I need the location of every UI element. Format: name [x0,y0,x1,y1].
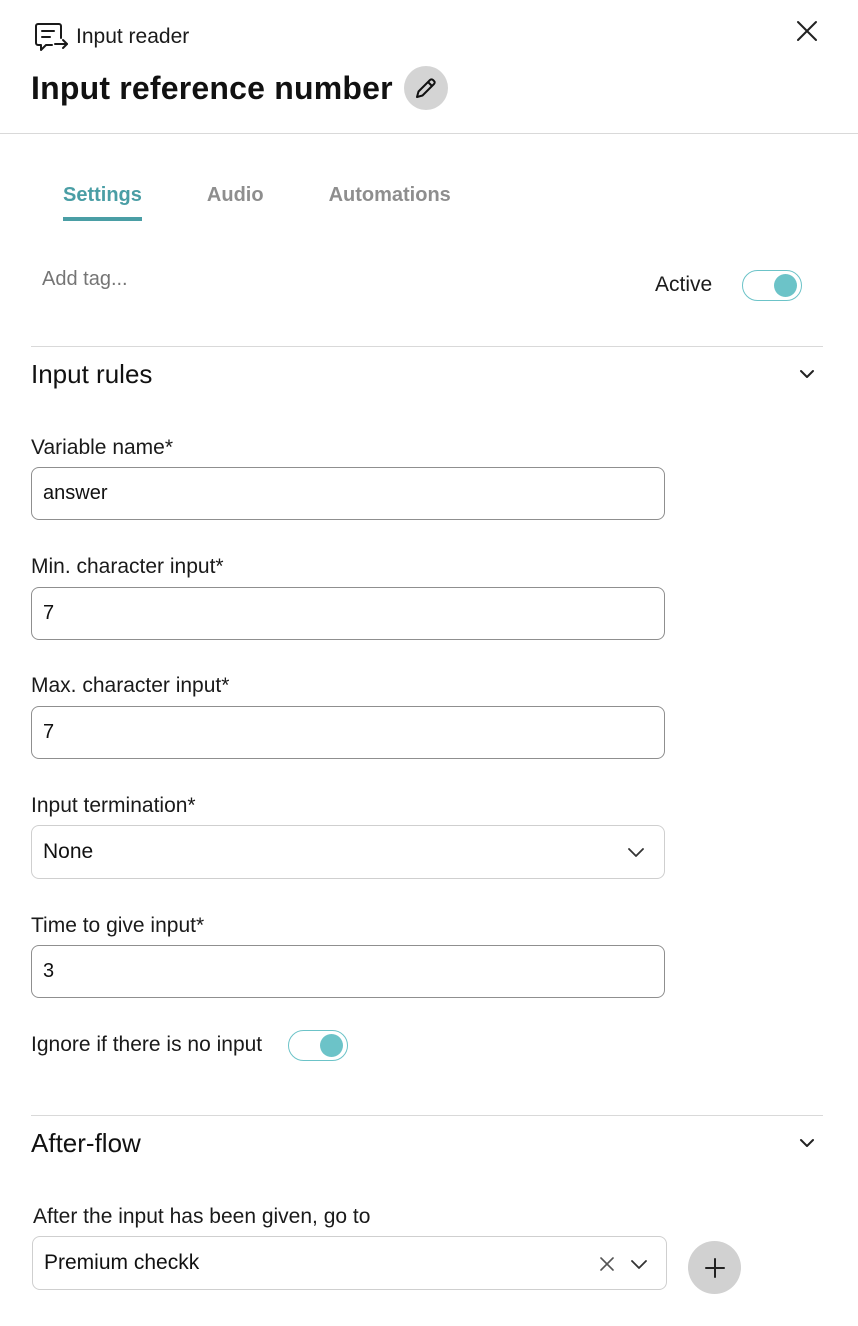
after-flow-goto-value: Premium checkk [44,1251,200,1274]
add-after-flow-button[interactable] [688,1241,741,1294]
time-to-give-input-label: Time to give input* [31,914,205,937]
max-character-input[interactable] [32,707,664,758]
min-character-label: Min. character input* [31,555,224,578]
toggle-knob [774,274,797,297]
close-icon[interactable] [792,16,822,46]
page-title: Input reference number [31,69,393,106]
time-to-give-input-field [31,945,665,998]
clear-icon[interactable] [598,1255,616,1273]
node-type-row: Input reader [34,20,189,54]
tab-automations[interactable]: Automations [329,184,451,221]
min-character-input[interactable] [32,588,664,639]
ignore-no-input-label: Ignore if there is no input [31,1033,263,1056]
section-divider [31,1115,823,1116]
pencil-icon [415,78,436,98]
input-termination-value: None [43,840,94,863]
panel-header: Input reader Input reference number [0,0,858,134]
variable-name-label: Variable name* [31,436,174,459]
chevron-down-icon[interactable] [796,363,818,385]
chevron-down-icon[interactable] [796,1132,818,1154]
active-toggle[interactable] [742,270,802,301]
add-tag-input[interactable] [42,268,342,291]
variable-name-field [31,467,665,520]
chevron-down-icon [628,848,644,857]
tab-audio[interactable]: Audio [207,184,264,221]
min-character-field [31,587,665,640]
input-rules-title: Input rules [31,359,153,389]
tab-bar: Settings Audio Automations [63,184,516,221]
plus-icon [704,1257,725,1278]
after-flow-goto-label: After the input has been given, go to [33,1205,371,1228]
max-character-label: Max. character input* [31,674,230,697]
section-divider [31,346,823,347]
input-termination-label: Input termination* [31,794,196,817]
title-row: Input reference number [31,66,448,110]
node-type-label: Input reader [76,25,190,48]
time-to-give-input[interactable] [32,946,664,997]
after-flow-title: After-flow [31,1128,141,1158]
input-termination-select[interactable]: None [31,825,665,879]
edit-title-button[interactable] [403,66,448,110]
after-flow-goto-select[interactable]: Premium checkk [32,1236,667,1290]
tab-settings[interactable]: Settings [63,184,142,221]
max-character-field [31,706,665,759]
input-reader-icon [35,23,68,51]
variable-name-input[interactable] [32,468,664,519]
chevron-down-icon [631,1260,647,1269]
active-label: Active [655,273,713,296]
ignore-no-input-toggle[interactable] [288,1030,348,1061]
toggle-knob [320,1034,343,1057]
